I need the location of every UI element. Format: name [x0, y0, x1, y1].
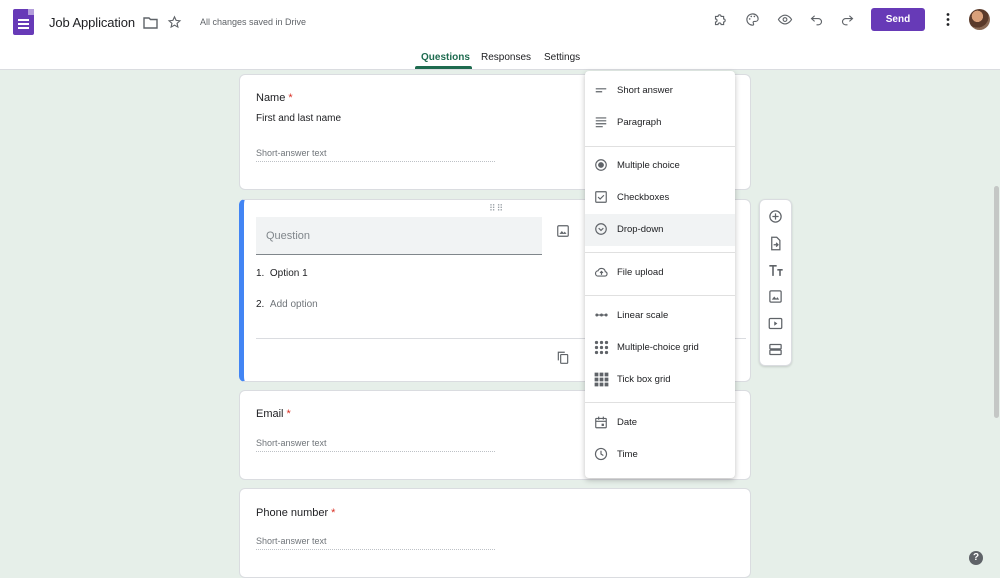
question-description: First and last name — [256, 113, 342, 124]
linear-scale-icon — [595, 313, 608, 317]
menu-item-label: Multiple choice — [617, 160, 680, 171]
question-title-text: Name — [256, 92, 286, 104]
save-status: All changes saved in Drive — [200, 17, 307, 27]
menu-separator — [585, 146, 735, 147]
preview-eye-icon[interactable] — [777, 12, 793, 27]
avatar[interactable] — [969, 9, 990, 30]
menu-separator — [585, 402, 735, 403]
menu-item-multiple-choice-grid[interactable]: Multiple-choice grid — [585, 332, 735, 364]
add-image-icon[interactable] — [768, 289, 783, 304]
add-option-row[interactable]: 2. Add option — [256, 299, 318, 310]
menu-item-label: Checkboxes — [617, 192, 670, 203]
short-answer-placeholder: Short-answer text — [256, 536, 495, 550]
question-title: Email * — [256, 408, 291, 420]
menu-item-label: Drop-down — [617, 224, 664, 235]
document-title[interactable]: Job Application — [49, 15, 135, 30]
menu-item-label: Short answer — [617, 85, 673, 96]
option-number: 1. — [256, 268, 265, 279]
more-options-icon[interactable] — [942, 12, 954, 27]
short-answer-placeholder: Short-answer text — [256, 148, 495, 162]
tab-questions[interactable]: Questions — [421, 52, 470, 63]
forms-logo-icon[interactable] — [13, 9, 34, 35]
grid-squares-icon — [594, 372, 609, 387]
paragraph-icon — [595, 117, 607, 128]
required-asterisk: * — [286, 408, 291, 420]
dropdown-icon — [595, 223, 607, 235]
menu-separator — [585, 295, 735, 296]
option-label[interactable]: Option 1 — [270, 268, 308, 279]
send-button[interactable]: Send — [871, 8, 925, 31]
add-image-icon[interactable] — [556, 224, 570, 238]
menu-item-label: Linear scale — [617, 310, 669, 321]
menu-item-date[interactable]: Date — [585, 407, 735, 439]
tab-settings[interactable]: Settings — [544, 52, 580, 63]
top-bar: Job Application All changes saved in Dri… — [0, 0, 1000, 70]
option-number: 2. — [256, 299, 265, 310]
menu-item-label: Multiple-choice grid — [617, 342, 699, 353]
drag-handle-icon[interactable]: ⠿⠿ — [489, 203, 504, 214]
menu-item-multiple-choice[interactable]: Multiple choice — [585, 150, 735, 182]
add-section-icon[interactable] — [768, 342, 783, 357]
duplicate-icon[interactable] — [556, 350, 570, 365]
calendar-icon — [595, 416, 607, 429]
import-questions-icon[interactable] — [768, 236, 783, 251]
required-asterisk: * — [331, 507, 336, 519]
menu-item-tick-box-grid[interactable]: Tick box grid — [585, 364, 735, 396]
tab-responses[interactable]: Responses — [481, 52, 531, 63]
undo-icon[interactable] — [809, 12, 824, 27]
menu-item-file-upload[interactable]: File upload — [585, 257, 735, 289]
clock-icon — [594, 447, 608, 461]
active-tab-indicator — [415, 66, 472, 69]
menu-item-linear-scale[interactable]: Linear scale — [585, 300, 735, 332]
checkbox-icon — [595, 191, 607, 203]
question-title: Name * — [256, 92, 293, 104]
menu-separator — [585, 252, 735, 253]
palette-icon[interactable] — [745, 12, 760, 27]
cloud-upload-icon — [594, 267, 608, 277]
required-asterisk: * — [288, 92, 293, 104]
question-card-phone[interactable]: Phone number * Short-answer text — [239, 488, 751, 578]
menu-item-label: Time — [617, 449, 638, 460]
menu-item-checkboxes[interactable]: Checkboxes — [585, 182, 735, 214]
question-title: Phone number * — [256, 507, 335, 519]
menu-item-drop-down[interactable]: Drop-down — [585, 214, 735, 246]
short-answer-placeholder: Short-answer text — [256, 438, 495, 452]
short-answer-icon — [595, 88, 607, 93]
floating-toolbar — [759, 199, 792, 366]
add-ons-icon[interactable] — [713, 12, 728, 27]
menu-item-label: Paragraph — [617, 117, 662, 128]
redo-icon[interactable] — [840, 12, 855, 27]
menu-item-time[interactable]: Time — [585, 439, 735, 471]
option-row[interactable]: 1. Option 1 — [256, 268, 308, 279]
radio-icon — [595, 159, 607, 171]
menu-item-label: Date — [617, 417, 638, 428]
question-title-input[interactable]: Question — [256, 217, 542, 255]
add-video-icon[interactable] — [768, 316, 783, 331]
question-title-text: Email — [256, 408, 284, 420]
star-icon[interactable] — [167, 15, 182, 30]
question-title-text: Phone number — [256, 507, 329, 519]
menu-item-paragraph[interactable]: Paragraph — [585, 107, 735, 139]
add-option-link[interactable]: Add option — [270, 299, 318, 310]
add-title-icon[interactable] — [768, 263, 784, 278]
help-icon[interactable]: ? — [969, 551, 983, 565]
menu-item-label: Tick box grid — [617, 374, 671, 385]
page-scrollbar[interactable] — [994, 186, 999, 418]
menu-item-label: File upload — [617, 267, 664, 278]
add-question-icon[interactable] — [768, 209, 783, 224]
question-type-menu: Short answer Paragraph Multiple choice C… — [585, 71, 735, 478]
menu-item-short-answer[interactable]: Short answer — [585, 75, 735, 107]
grid-dots-icon — [594, 340, 609, 355]
folder-icon[interactable] — [143, 16, 158, 29]
